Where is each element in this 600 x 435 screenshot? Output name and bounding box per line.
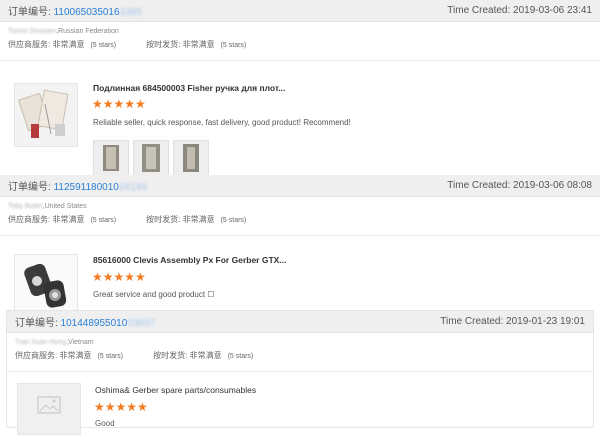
order-number-label: 订单编号: — [15, 318, 58, 329]
product-image — [15, 84, 77, 146]
buyer-info: Toby Butler,United States — [8, 203, 87, 210]
star-rating: ★★★★★ — [92, 270, 146, 284]
order-number-label: 订单编号: — [8, 182, 51, 193]
star-rating: ★★★★★ — [92, 97, 146, 111]
product-thumbnail[interactable] — [14, 254, 78, 318]
divider — [0, 60, 600, 61]
service-rating: 供应商服务: 非常满意 (5 stars) — [8, 40, 117, 49]
order-card: 订单编号: 11259118001024149 Time Created: 20… — [0, 175, 600, 318]
product-title[interactable]: 85616000 Clevis Assembly Px For Gerber G… — [93, 255, 286, 265]
seller-ratings: 供应商服务: 非常满意 (5 stars) 按时发货: 非常满意 (5 stars) — [15, 350, 593, 361]
order-card: 订单编号: 1100650350163385 Time Created: 201… — [0, 0, 600, 176]
buyer-info: Tsetsil Shuvaev,Russian Federation — [8, 28, 119, 35]
order-number-link[interactable]: 11259118001024149 — [54, 182, 147, 193]
order-number: 订单编号: 1100650350163385 — [8, 3, 142, 18]
review-text: Reliable seller, quick response, fast de… — [93, 118, 351, 127]
product-image — [15, 255, 77, 317]
order-number-link[interactable]: 1100650350163385 — [54, 7, 142, 18]
order-number: 订单编号: 11259118001024149 — [8, 178, 147, 193]
product-thumbnail[interactable] — [14, 83, 78, 147]
delivery-rating: 按时发货: 非常满意 (5 stars) — [153, 351, 254, 360]
buyer-info: Tran Xuan Hung,Vietnam — [15, 339, 94, 346]
order-number-label: 订单编号: — [8, 7, 51, 18]
service-rating: 供应商服务: 非常满意 (5 stars) — [8, 215, 117, 224]
divider — [0, 235, 600, 236]
order-header: 订单编号: 11259118001024149 Time Created: 20… — [0, 175, 600, 197]
product-title[interactable]: Подлинная 684500003 Fisher ручка для пло… — [93, 83, 285, 93]
review-text: Good — [95, 419, 115, 428]
order-number-link[interactable]: 10144895501003697 — [61, 318, 156, 329]
review-photo[interactable] — [173, 140, 209, 176]
review-photo[interactable] — [93, 140, 129, 176]
service-rating: 供应商服务: 非常满意 (5 stars) — [15, 351, 124, 360]
time-created: Time Created: 2019-03-06 08:08 — [447, 180, 592, 191]
time-created: Time Created: 2019-01-23 19:01 — [440, 316, 585, 327]
delivery-rating: 按时发货: 非常满意 (5 stars) — [146, 40, 247, 49]
review-text: Great service and good product ☐ — [93, 290, 215, 299]
product-thumbnail[interactable] — [17, 383, 81, 435]
review-photo[interactable] — [133, 140, 169, 176]
order-header: 订单编号: 10144895501003697 Time Created: 20… — [7, 311, 593, 333]
time-created: Time Created: 2019-03-06 23:41 — [447, 5, 592, 16]
product-title[interactable]: Oshima& Gerber spare parts/consumables — [95, 385, 256, 395]
delivery-rating: 按时发货: 非常满意 (5 stars) — [146, 215, 247, 224]
seller-ratings: 供应商服务: 非常满意 (5 stars) 按时发货: 非常满意 (5 stars) — [8, 214, 600, 225]
divider — [7, 371, 593, 372]
placeholder-image-icon — [18, 384, 80, 434]
order-number: 订单编号: 10144895501003697 — [15, 314, 155, 329]
order-card: 订单编号: 10144895501003697 Time Created: 20… — [6, 310, 594, 435]
order-header: 订单编号: 1100650350163385 Time Created: 201… — [0, 0, 600, 22]
star-rating: ★★★★★ — [94, 400, 148, 414]
seller-ratings: 供应商服务: 非常满意 (5 stars) 按时发货: 非常满意 (5 stars) — [8, 39, 600, 50]
